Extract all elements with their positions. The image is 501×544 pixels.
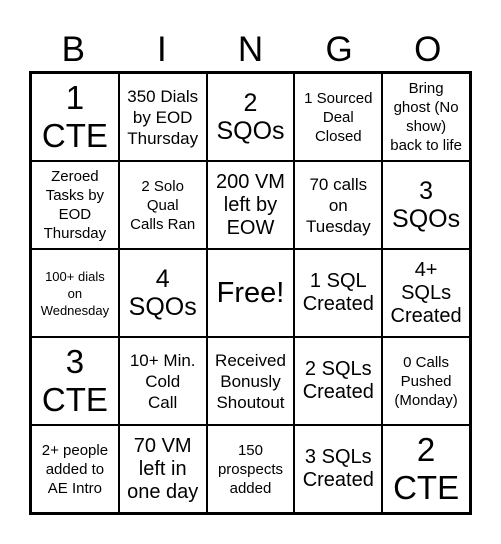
bingo-cell[interactable]: 1 Sourced Deal Closed xyxy=(294,73,383,161)
bingo-cell[interactable]: 0 Calls Pushed (Monday) xyxy=(382,337,470,425)
bingo-cell[interactable]: 3 SQLs Created xyxy=(294,425,383,513)
bingo-cell[interactable]: 4 SQOs xyxy=(118,249,207,337)
header-letter-g: G xyxy=(325,30,353,69)
header-letter-o: O xyxy=(414,30,442,69)
header-letter-i: I xyxy=(157,30,167,69)
free-space[interactable]: Free! xyxy=(206,249,295,337)
bingo-cell[interactable]: 150 prospects added xyxy=(206,425,295,513)
bingo-cell[interactable]: 4+ SQLs Created xyxy=(382,249,470,337)
bingo-cell[interactable]: 3 SQOs xyxy=(382,161,470,249)
bingo-cell[interactable]: 1 CTE xyxy=(31,73,119,161)
bingo-cell[interactable]: 200 VM left by EOW xyxy=(206,161,295,249)
bingo-header: B I N G O xyxy=(29,28,472,72)
bingo-cell[interactable]: 2 Solo Qual Calls Ran xyxy=(118,161,207,249)
bingo-cell[interactable]: 70 VM left in one day xyxy=(118,425,207,513)
bingo-cell[interactable]: Bring ghost (No show) back to life xyxy=(382,73,470,161)
bingo-cell[interactable]: 350 Dials by EOD Thursday xyxy=(118,73,207,161)
bingo-cell[interactable]: 2 SQLs Created xyxy=(294,337,383,425)
bingo-cell[interactable]: 3 CTE xyxy=(31,337,119,425)
bingo-cell[interactable]: Zeroed Tasks by EOD Thursday xyxy=(31,161,119,249)
bingo-cell[interactable]: 100+ dials on Wednesday xyxy=(31,249,119,337)
bingo-cell[interactable]: 2 SQOs xyxy=(206,73,295,161)
header-letter-n: N xyxy=(237,30,264,69)
bingo-cell[interactable]: 1 SQL Created xyxy=(294,249,383,337)
bingo-cell[interactable]: 2+ people added to AE Intro xyxy=(31,425,119,513)
bingo-cell[interactable]: 2 CTE xyxy=(382,425,470,513)
bingo-cell[interactable]: 70 calls on Tuesday xyxy=(294,161,383,249)
header-letter-b: B xyxy=(61,30,85,69)
bingo-cell[interactable]: Received Bonusly Shoutout xyxy=(206,337,295,425)
bingo-card: 1 CTE 350 Dials by EOD Thursday 2 SQOs 1… xyxy=(29,71,472,515)
bingo-cell[interactable]: 10+ Min. Cold Call xyxy=(118,337,207,425)
